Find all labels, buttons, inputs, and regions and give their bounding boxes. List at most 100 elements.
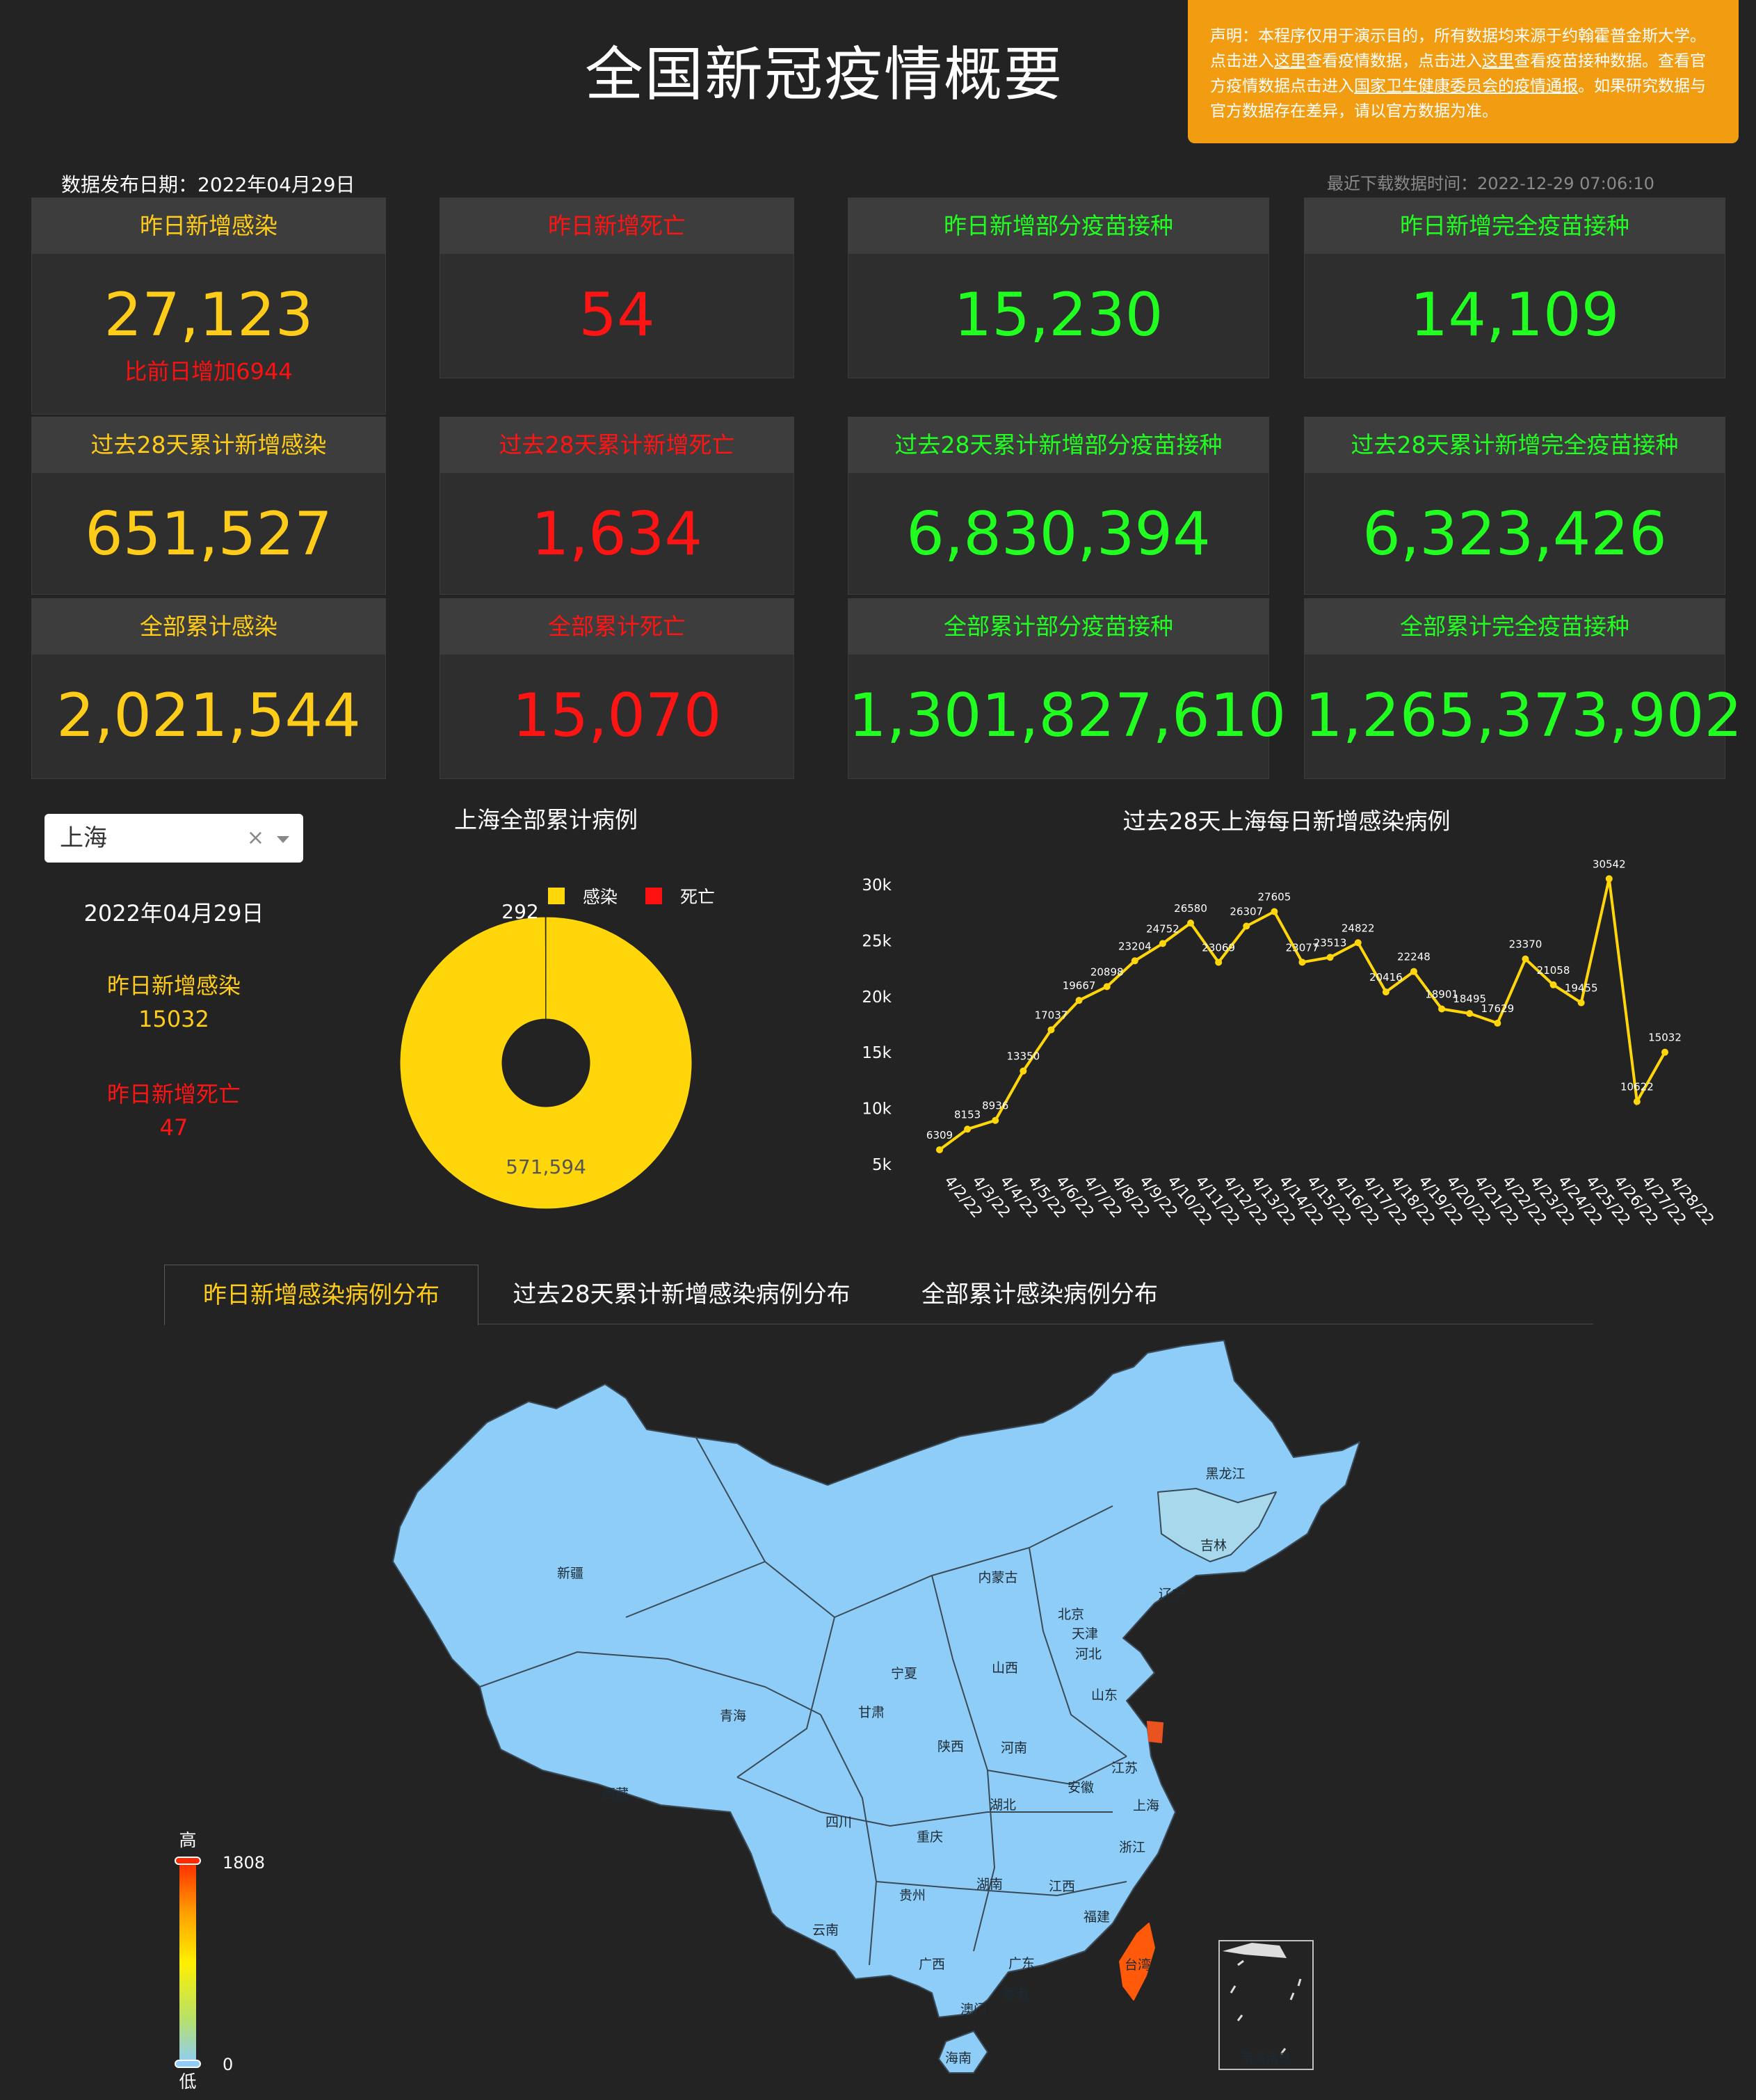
south-sea-label: 南海诸岛	[1241, 2051, 1291, 2066]
province-label: 福建	[1084, 1909, 1110, 1925]
chevron-down-icon[interactable]	[277, 836, 289, 843]
data-point[interactable]	[1549, 981, 1557, 988]
province-label: 河北	[1075, 1646, 1102, 1662]
region-new-cases-label: 昨日新增感染	[106, 972, 241, 999]
data-point[interactable]	[1020, 1067, 1027, 1075]
card-label: 过去28天累计新增死亡	[440, 417, 794, 473]
card-label: 全部累计完全疫苗接种	[1305, 599, 1725, 655]
region-select[interactable]: 上海 ×	[45, 814, 303, 863]
data-point[interactable]	[936, 1146, 943, 1153]
y-tick-label: 25k	[862, 932, 892, 950]
map-shanghai-shape[interactable]	[1147, 1721, 1163, 1743]
card-value: 651,527	[85, 499, 332, 569]
card-label: 昨日新增感染	[32, 198, 385, 254]
province-label: 澳门	[960, 2002, 987, 2017]
data-point[interactable]	[1298, 959, 1306, 966]
data-label: 17037	[1035, 1009, 1068, 1021]
data-point[interactable]	[1522, 955, 1529, 963]
y-tick-label: 15k	[862, 1044, 892, 1062]
data-point[interactable]	[1382, 988, 1390, 996]
legend-label-cases: 感染	[583, 887, 618, 907]
province-label: 甘肃	[858, 1705, 885, 1720]
data-point[interactable]	[1354, 939, 1362, 947]
download-time: 最近下载数据时间：2022-12-29 07:06:10	[1327, 174, 1654, 193]
data-point[interactable]	[1633, 1098, 1641, 1105]
vaccine-data-link[interactable]: 这里	[1482, 52, 1514, 70]
data-label: 26307	[1230, 905, 1263, 917]
data-point[interactable]	[1466, 1010, 1474, 1018]
province-label: 陕西	[937, 1739, 964, 1754]
data-point[interactable]	[1047, 1026, 1055, 1034]
card-label: 昨日新增完全疫苗接种	[1305, 198, 1725, 254]
data-label: 23513	[1314, 936, 1347, 949]
card-value: 6,830,394	[906, 499, 1211, 569]
province-label: 重庆	[917, 1829, 943, 1845]
data-point[interactable]	[1326, 954, 1334, 961]
legend-high-handle[interactable]	[175, 1857, 201, 1865]
data-label: 8936	[982, 1100, 1008, 1112]
card-yesterday-new-deaths: 昨日新增死亡 54	[440, 198, 794, 378]
tab-28d-cases[interactable]: 过去28天累计新增感染病例分布	[501, 1265, 862, 1324]
card-label: 过去28天累计新增部分疫苗接种	[848, 417, 1268, 473]
data-point[interactable]	[1075, 997, 1083, 1004]
card-value: 14,109	[1410, 280, 1620, 350]
card-label: 过去28天累计新增感染	[32, 417, 385, 473]
card-label: 全部累计感染	[32, 599, 385, 655]
nhc-report-link[interactable]: 国家卫生健康委员会的疫情通报	[1354, 77, 1578, 95]
data-label: 10622	[1620, 1081, 1654, 1093]
data-point[interactable]	[1131, 957, 1138, 965]
card-value: 1,301,827,610	[848, 681, 1287, 751]
map-mainland-shape[interactable]	[392, 1340, 1360, 2018]
data-point[interactable]	[992, 1116, 999, 1124]
card-value: 54	[579, 280, 655, 350]
map-legend: 高 1808 0 低	[175, 1830, 265, 2092]
data-point[interactable]	[964, 1125, 972, 1133]
tab-yesterday-cases[interactable]: 昨日新增感染病例分布	[164, 1265, 478, 1325]
province-label: 天津	[1072, 1626, 1098, 1642]
data-point[interactable]	[1187, 919, 1195, 927]
donut-chart: 上海全部累计病例 感染 死亡 292 571,594	[399, 806, 715, 1210]
data-point[interactable]	[1661, 1048, 1668, 1056]
data-label: 22248	[1397, 951, 1431, 963]
y-tick-label: 30k	[862, 876, 892, 895]
data-point[interactable]	[1271, 908, 1278, 915]
data-point[interactable]	[1103, 983, 1111, 991]
province-label: 西藏	[602, 1786, 629, 1802]
data-label: 6309	[926, 1129, 953, 1141]
data-point[interactable]	[1605, 875, 1613, 883]
card-label: 全部累计死亡	[440, 599, 794, 655]
clear-icon[interactable]: ×	[247, 814, 264, 863]
data-point[interactable]	[1159, 940, 1166, 947]
province-label: 贵州	[899, 1888, 926, 1903]
card-label: 过去28天累计新增完全疫苗接种	[1305, 417, 1725, 473]
data-label: 23069	[1202, 941, 1235, 954]
legend-swatch-deaths[interactable]	[645, 888, 662, 904]
data-label: 20416	[1369, 971, 1403, 984]
donut-slice-1[interactable]	[545, 916, 547, 1020]
province-label: 内蒙古	[978, 1570, 1017, 1585]
data-point[interactable]	[1215, 959, 1223, 966]
data-label: 19667	[1063, 979, 1096, 992]
region-new-deaths-value: 47	[159, 1114, 188, 1141]
publish-date: 数据发布日期：2022年04月29日	[61, 173, 355, 196]
province-label: 山东	[1091, 1688, 1118, 1703]
province-label: 江西	[1049, 1879, 1075, 1894]
data-point[interactable]	[1243, 922, 1250, 930]
data-label: 13350	[1006, 1050, 1040, 1063]
data-point[interactable]	[1410, 968, 1417, 975]
case-data-link[interactable]: 这里	[1274, 52, 1306, 70]
province-label: 山西	[992, 1660, 1018, 1676]
province-label: 广东	[1008, 1956, 1035, 1971]
data-point[interactable]	[1438, 1005, 1446, 1013]
data-label: 24822	[1342, 922, 1375, 934]
south-sea-inset: 南海诸岛	[1218, 1940, 1314, 2070]
province-label: 四川	[825, 1815, 852, 1830]
legend-low-handle[interactable]	[175, 2060, 201, 2068]
data-point[interactable]	[1494, 1019, 1501, 1027]
data-label: 21058	[1537, 964, 1570, 977]
tab-total-cases[interactable]: 全部累计感染病例分布	[897, 1265, 1182, 1324]
province-label: 吉林	[1200, 1538, 1227, 1553]
card-28d-partial-vaccine: 过去28天累计新增部分疫苗接种 6,830,394	[848, 417, 1269, 595]
legend-swatch-cases[interactable]	[548, 888, 565, 904]
data-point[interactable]	[1577, 999, 1585, 1007]
